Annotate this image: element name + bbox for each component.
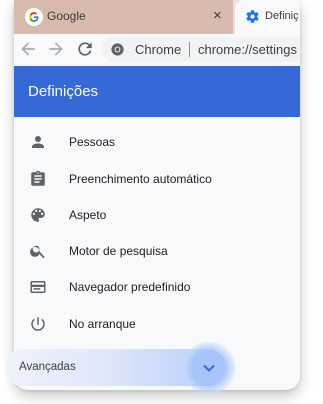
forward-arrow-icon[interactable] bbox=[46, 39, 66, 59]
chrome-icon bbox=[111, 43, 124, 56]
back-arrow-icon[interactable] bbox=[18, 39, 38, 59]
url-text[interactable]: chrome://settings bbox=[198, 42, 297, 57]
advanced-label: Avançadas bbox=[19, 361, 76, 373]
reload-icon[interactable] bbox=[75, 39, 95, 59]
tab-google[interactable]: Google × bbox=[14, 0, 233, 34]
menu-item-label: No arranque bbox=[69, 317, 136, 331]
expand-advanced-button[interactable] bbox=[193, 352, 225, 384]
browser-window-icon bbox=[30, 281, 46, 293]
gear-icon bbox=[246, 10, 259, 23]
browser-window: Google × Definiç Chrome chrome://setting… bbox=[14, 0, 300, 390]
close-tab-icon[interactable]: × bbox=[213, 7, 222, 25]
menu-item-label: Pessoas bbox=[69, 135, 116, 149]
person-icon bbox=[32, 136, 44, 148]
site-chip-label: Chrome bbox=[135, 42, 182, 57]
power-icon bbox=[31, 317, 45, 331]
chevron-down-icon bbox=[203, 364, 215, 372]
menu-item-label: Aspeto bbox=[69, 208, 107, 222]
tab-title: Definiç bbox=[265, 10, 299, 22]
menu-item-motor-de-pesquisa[interactable]: Motor de pesquisa bbox=[14, 233, 300, 269]
page-title: Definições bbox=[28, 83, 99, 100]
menu-item-preenchimento[interactable]: Preenchimento automático bbox=[14, 161, 300, 197]
menu-item-pessoas[interactable]: Pessoas bbox=[14, 124, 300, 160]
menu-item-no-arranque[interactable]: No arranque bbox=[14, 306, 300, 342]
address-bar[interactable]: Chrome chrome://settings bbox=[102, 37, 300, 62]
browser-toolbar: Chrome chrome://settings bbox=[14, 34, 300, 65]
palette-icon bbox=[31, 208, 45, 222]
menu-item-label: Preenchimento automático bbox=[69, 172, 212, 186]
tab-settings[interactable]: Definiç bbox=[235, 0, 300, 34]
tab-title: Google bbox=[47, 9, 86, 23]
search-icon bbox=[30, 245, 45, 259]
omnibox-separator bbox=[189, 42, 190, 57]
menu-item-navegador-predefinido[interactable]: Navegador predefinido bbox=[14, 269, 300, 305]
clipboard-icon bbox=[31, 170, 45, 186]
google-icon bbox=[25, 8, 43, 26]
tab-strip: Google × Definiç bbox=[14, 0, 300, 34]
menu-item-aspeto[interactable]: Aspeto bbox=[14, 197, 300, 233]
menu-item-label: Navegador predefinido bbox=[69, 280, 191, 294]
menu-item-label: Motor de pesquisa bbox=[69, 244, 168, 258]
settings-header: Definições bbox=[14, 66, 300, 117]
